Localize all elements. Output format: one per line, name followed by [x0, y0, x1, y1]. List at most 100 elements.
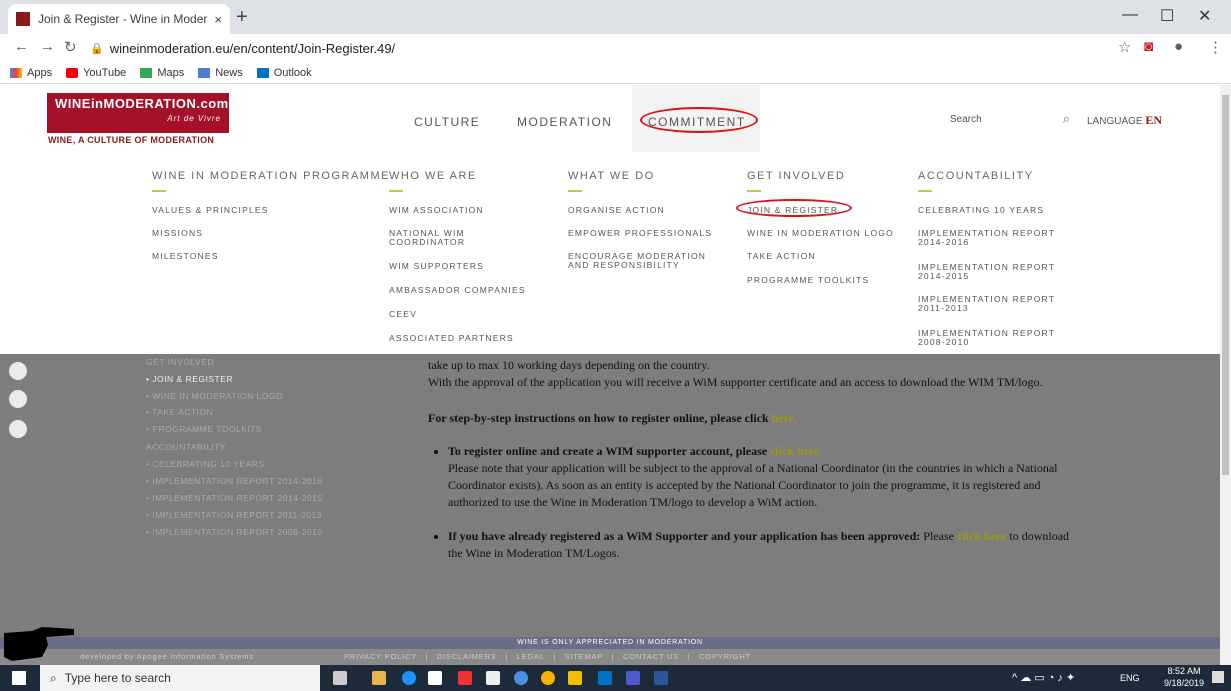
- menu-item[interactable]: AMBASSADOR COMPANIES: [389, 286, 526, 295]
- outlook-icon: [256, 67, 269, 78]
- edge-icon[interactable]: [402, 671, 416, 685]
- language-selector[interactable]: LANGUAGE EN: [1087, 113, 1162, 128]
- profile-icon[interactable]: ●: [1174, 38, 1183, 55]
- menu-item[interactable]: VALUES & PRINCIPLES: [152, 206, 269, 215]
- close-tab-icon[interactable]: ×: [214, 12, 222, 27]
- windows-start-icon[interactable]: [12, 671, 26, 685]
- bookmark-outlook[interactable]: Outlook: [256, 67, 312, 79]
- bookmark-news[interactable]: News: [198, 67, 243, 79]
- teams-icon[interactable]: [626, 671, 640, 685]
- search-icon[interactable]: ⌕: [1063, 111, 1070, 127]
- menu-item[interactable]: WIM ASSOCIATION: [389, 206, 484, 215]
- app-icon[interactable]: [514, 671, 528, 685]
- click-here-link[interactable]: click here: [957, 529, 1006, 543]
- email-icon[interactable]: [9, 420, 27, 438]
- sidebar-item[interactable]: • IMPLEMENTATION REPORT 2014-2016: [146, 476, 323, 486]
- page-scrollbar[interactable]: [1220, 85, 1231, 665]
- menu-item[interactable]: EMPOWER PROFESSIONALS: [568, 229, 712, 238]
- menu-item[interactable]: NATIONAL WIM COORDINATOR: [389, 229, 499, 247]
- system-tray-icons[interactable]: ^ ☁ ▭ ◔ ♪ ✦: [1012, 671, 1075, 684]
- twitter-icon[interactable]: [9, 362, 27, 380]
- click-here-link[interactable]: click here.: [770, 444, 822, 458]
- back-icon[interactable]: ←: [14, 38, 29, 55]
- file-explorer-icon[interactable]: [372, 671, 386, 685]
- sidebar-heading[interactable]: GET INVOLVED: [146, 357, 214, 367]
- store-icon[interactable]: [428, 671, 442, 685]
- browser-tab[interactable]: Join & Register - Wine in Moder ×: [8, 4, 230, 34]
- url-bar[interactable]: 🔒 wineinmoderation.eu/en/content/Join-Re…: [90, 37, 1110, 59]
- reload-icon[interactable]: ↻: [64, 38, 77, 56]
- footer-links[interactable]: PRIVACY POLICY | DISCLAIMERS | LEGAL | S…: [344, 652, 751, 661]
- search-input[interactable]: Search: [950, 114, 1063, 125]
- pointing-hand-icon: [4, 627, 74, 661]
- sidebar-item[interactable]: • WINE IN MODERATION LOGO: [146, 391, 283, 401]
- chrome-icon[interactable]: [541, 671, 555, 685]
- bookmark-youtube[interactable]: YouTube: [66, 67, 126, 79]
- star-icon[interactable]: ☆: [1118, 38, 1131, 56]
- scrollbar-thumb[interactable]: [1222, 95, 1229, 475]
- page-body: GET INVOLVED • JOIN & REGISTER • WINE IN…: [0, 354, 1220, 637]
- new-tab-button[interactable]: +: [236, 6, 248, 29]
- close-window-icon[interactable]: ✕: [1198, 6, 1211, 26]
- search-box[interactable]: Search ⌕: [950, 109, 1070, 129]
- menu-item[interactable]: CELEBRATING 10 YEARS: [918, 206, 1044, 215]
- app-icon[interactable]: [458, 671, 472, 685]
- sidebar-item[interactable]: • IMPLEMENTATION REPORT 2014-2015: [146, 493, 323, 503]
- pinterest-icon[interactable]: [9, 390, 27, 408]
- sticky-notes-icon[interactable]: [568, 671, 582, 685]
- sidebar-item[interactable]: • TAKE ACTION: [146, 407, 213, 417]
- sidebar-item[interactable]: • IMPLEMENTATION REPORT 2008-2010: [146, 527, 323, 537]
- menu-item[interactable]: PROGRAMME TOOLKITS: [747, 276, 869, 285]
- menu-item[interactable]: TAKE ACTION: [747, 252, 816, 261]
- menu-item[interactable]: WINE IN MODERATION LOGO: [747, 229, 894, 238]
- sidebar-item[interactable]: • CELEBRATING 10 YEARS: [146, 459, 265, 469]
- menu-heading-accountability[interactable]: ACCOUNTABILITY: [918, 170, 1034, 192]
- join-register-highlight-oval: [736, 199, 852, 217]
- bookmark-maps[interactable]: Maps: [140, 67, 184, 79]
- nav-moderation[interactable]: MODERATION: [517, 115, 612, 129]
- developed-by[interactable]: developed by Apogee Information Systems: [80, 652, 254, 661]
- outlook-icon[interactable]: [598, 671, 612, 685]
- menu-item[interactable]: CEEV: [389, 310, 417, 319]
- bookmark-apps[interactable]: Apps: [10, 67, 52, 79]
- menu-heading-what-we-do[interactable]: WHAT WE DO: [568, 170, 655, 192]
- here-link[interactable]: here.: [772, 411, 797, 425]
- maximize-icon[interactable]: ☐: [1160, 6, 1174, 26]
- site-logo[interactable]: WINEinMODERATION.com Art de Vivre: [47, 93, 229, 133]
- extension-icon[interactable]: ◙: [1144, 38, 1153, 55]
- menu-heading-programme[interactable]: WINE IN MODERATION PROGRAMME: [152, 170, 390, 192]
- list-item: If you have already registered as a WiM …: [448, 528, 1083, 562]
- menu-item[interactable]: MILESTONES: [152, 252, 219, 261]
- task-view-icon[interactable]: [333, 671, 347, 685]
- forward-icon[interactable]: →: [40, 38, 55, 55]
- menu-item[interactable]: IMPLEMENTATION REPORT 2014-2015: [918, 263, 1058, 281]
- menu-item[interactable]: ENCOURAGE MODERATION AND RESPONSIBILITY: [568, 252, 728, 270]
- menu-item[interactable]: IMPLEMENTATION REPORT 2011-2013: [918, 295, 1058, 313]
- menu-item[interactable]: MISSIONS: [152, 229, 203, 238]
- clock[interactable]: 8:52 AM 9/18/2019: [1164, 665, 1204, 689]
- menu-item[interactable]: IMPLEMENTATION REPORT 2014-2016: [918, 229, 1058, 247]
- sidebar-item[interactable]: • PROGRAMME TOOLKITS: [146, 424, 262, 434]
- search-icon: ⌕: [50, 670, 57, 685]
- nav-culture[interactable]: CULTURE: [414, 115, 480, 129]
- word-icon[interactable]: [654, 671, 668, 685]
- menu-item[interactable]: WIM SUPPORTERS: [389, 262, 484, 271]
- menu-item[interactable]: ORGANISE ACTION: [568, 206, 665, 215]
- taskbar-search[interactable]: ⌕ Type here to search: [40, 665, 320, 691]
- tab-bar: Join & Register - Wine in Moder × + — ☐ …: [0, 0, 1231, 34]
- menu-heading-who-we-are[interactable]: WHO WE ARE: [389, 170, 477, 192]
- sidebar-heading[interactable]: ACCOUNTABILITY: [146, 442, 226, 452]
- menu-item[interactable]: ASSOCIATED PARTNERS: [389, 334, 514, 343]
- register-list: To register online and create a WIM supp…: [448, 443, 1083, 562]
- mail-icon[interactable]: [486, 671, 500, 685]
- sidebar-item-join-register[interactable]: • JOIN & REGISTER: [146, 374, 233, 384]
- menu-heading-get-involved[interactable]: GET INVOLVED: [747, 170, 845, 192]
- menu-icon[interactable]: ⋮: [1208, 38, 1223, 56]
- language-indicator[interactable]: ENG: [1120, 673, 1140, 683]
- menu-item[interactable]: IMPLEMENTATION REPORT 2008-2010: [918, 329, 1058, 347]
- notification-icon[interactable]: [1212, 671, 1224, 683]
- bookmarks-bar: Apps YouTube Maps News Outlook: [0, 62, 1231, 84]
- logo-text: WINEinMODERATION.com: [55, 96, 229, 111]
- sidebar-item[interactable]: • IMPLEMENTATION REPORT 2011-2013: [146, 510, 322, 520]
- minimize-icon[interactable]: —: [1122, 6, 1138, 24]
